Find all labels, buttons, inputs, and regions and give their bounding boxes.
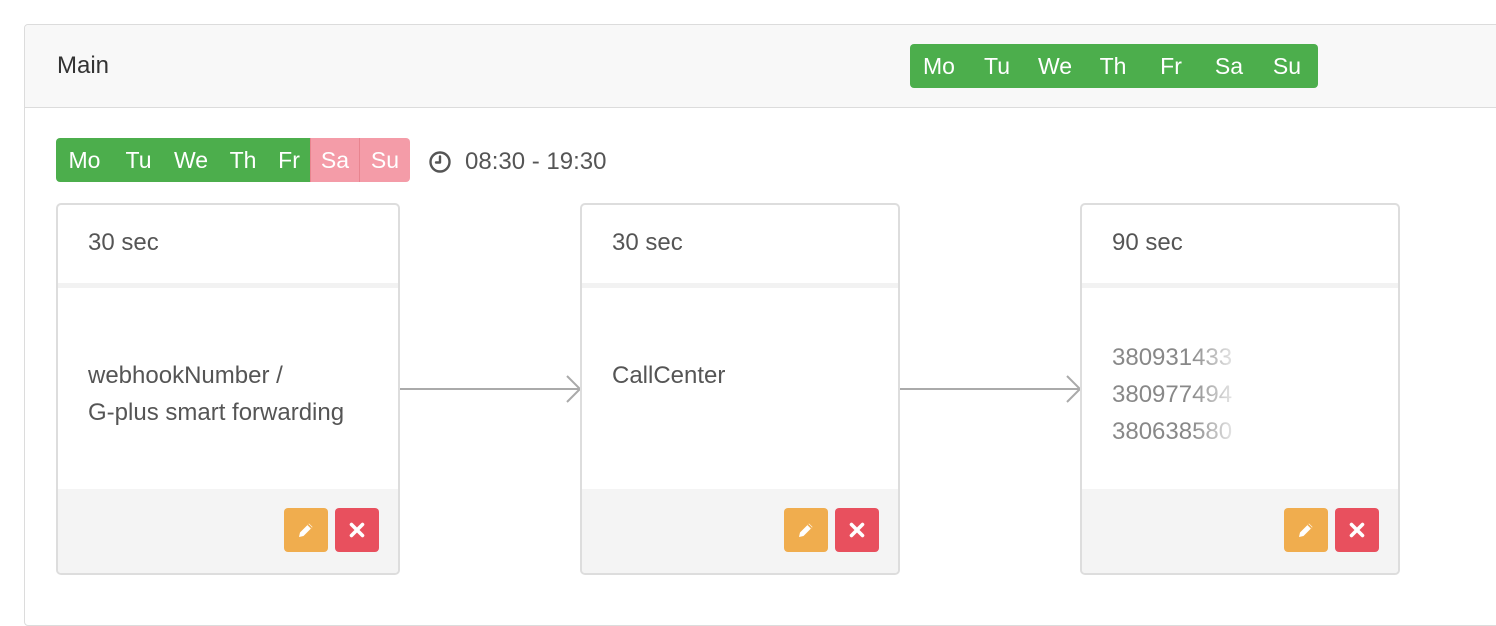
card-duration: 90 sec <box>1112 229 1183 256</box>
delete-button[interactable] <box>835 508 879 552</box>
schedule-day-th: Th <box>218 138 268 182</box>
phone-number: 380931433 <box>1112 344 1233 371</box>
card-footer <box>58 489 398 573</box>
card-footer <box>1082 489 1398 573</box>
header-day-we[interactable]: We <box>1026 44 1084 88</box>
close-icon <box>849 522 865 538</box>
delete-button[interactable] <box>1335 508 1379 552</box>
header-day-mo[interactable]: Mo <box>910 44 968 88</box>
card-duration: 30 sec <box>612 229 683 256</box>
card-header: 30 sec <box>582 205 898 288</box>
header-day-th[interactable]: Th <box>1084 44 1142 88</box>
close-icon <box>349 522 365 538</box>
schedule-day-sa: Sa <box>310 138 359 182</box>
edit-button[interactable] <box>284 508 328 552</box>
schedule-day-su: Su <box>359 138 410 182</box>
destination-line: G-plus smart forwarding <box>88 399 345 426</box>
route-card: 30 sec webhookNumber / G-plus smart forw… <box>56 203 400 575</box>
card-destination: CallCenter <box>612 357 725 394</box>
close-icon <box>1349 522 1365 538</box>
destination-line: webhookNumber / <box>88 362 283 389</box>
pencil-icon <box>799 523 813 537</box>
panel-header: Main Mo Tu We Th Fr Sa Su <box>25 25 1496 108</box>
schedule-time: 08:30 - 19:30 <box>428 148 606 176</box>
panel-title: Main <box>57 52 110 79</box>
card-destination: webhookNumber / G-plus smart forwarding <box>88 357 344 431</box>
delete-button[interactable] <box>335 508 379 552</box>
edit-button[interactable] <box>784 508 828 552</box>
header-days-bar: Mo Tu We Th Fr Sa Su <box>910 44 1318 88</box>
card-header: 30 sec <box>58 205 398 288</box>
card-destination-numbers: 380931433 380977494 380638580 <box>1112 339 1244 450</box>
time-range: 08:30 - 19:30 <box>465 148 607 175</box>
clock-icon <box>429 151 451 173</box>
arrow-right-icon <box>400 375 582 403</box>
schedule-day-we: We <box>164 138 218 182</box>
phone-number: 380638580 <box>1112 418 1233 445</box>
header-day-fr[interactable]: Fr <box>1142 44 1200 88</box>
header-day-tu[interactable]: Tu <box>968 44 1026 88</box>
schedule-day-tu: Tu <box>113 138 164 182</box>
pencil-icon <box>299 523 313 537</box>
route-card: 90 sec 380931433 380977494 380638580 <box>1080 203 1400 575</box>
header-day-su[interactable]: Su <box>1258 44 1316 88</box>
schedule-day-mo: Mo <box>56 138 113 182</box>
edit-button[interactable] <box>1284 508 1328 552</box>
destination-line: CallCenter <box>612 362 726 389</box>
card-header: 90 sec <box>1082 205 1398 288</box>
header-day-sa[interactable]: Sa <box>1200 44 1258 88</box>
pencil-icon <box>1299 523 1313 537</box>
card-footer <box>582 489 898 573</box>
schedule-day-fr: Fr <box>268 138 310 182</box>
schedule-days: Mo Tu We Th Fr Sa Su <box>56 138 410 182</box>
card-duration: 30 sec <box>88 229 159 256</box>
arrow-right-icon <box>900 375 1082 403</box>
phone-number: 380977494 <box>1112 381 1233 408</box>
route-card: 30 sec CallCenter <box>580 203 900 575</box>
